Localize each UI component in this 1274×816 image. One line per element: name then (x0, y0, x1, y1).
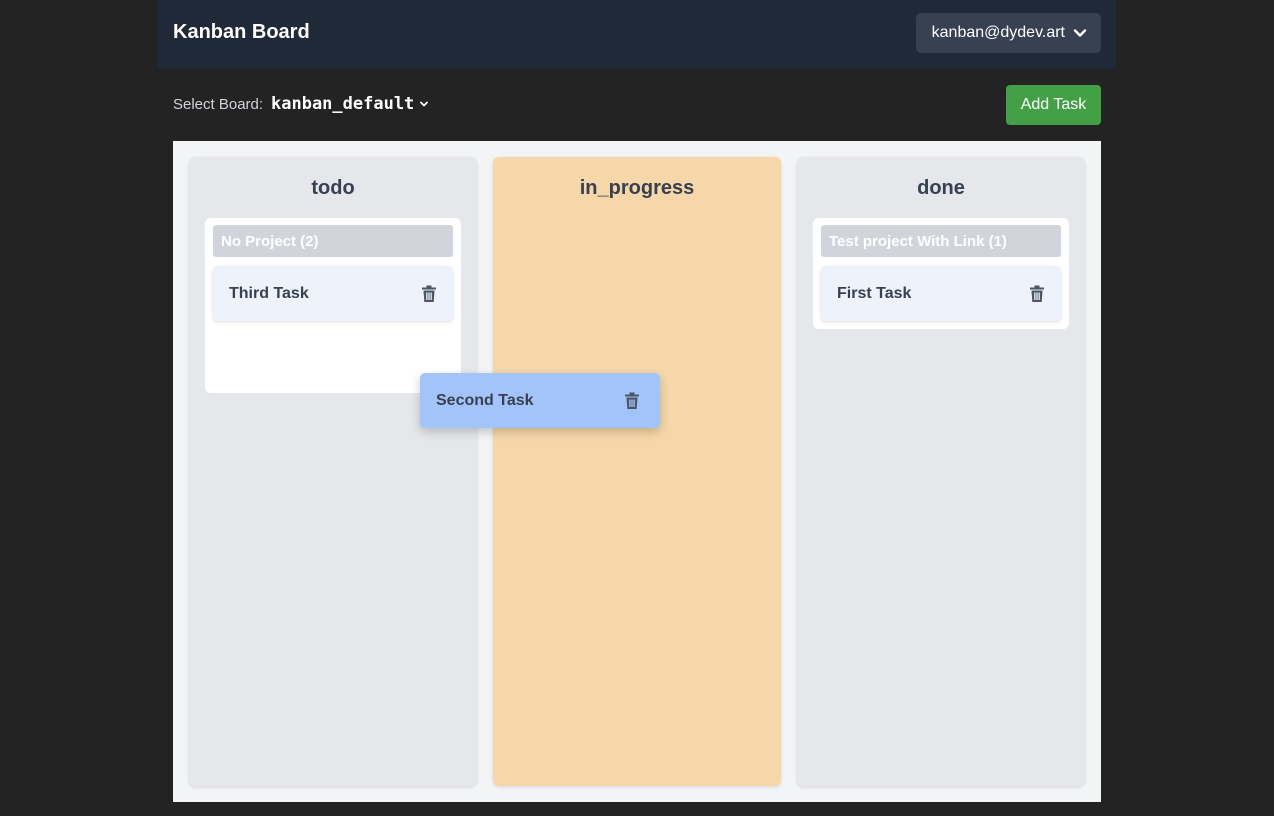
trash-icon[interactable] (1029, 285, 1045, 303)
trash-icon[interactable] (421, 285, 437, 303)
task-title: First Task (837, 284, 912, 302)
column-todo[interactable]: todo No Project (2) Third Task (189, 157, 477, 786)
column-title: todo (311, 177, 355, 199)
dragging-task-card[interactable]: Second Task (420, 373, 660, 428)
app-title: Kanban Board (173, 21, 310, 43)
column-in-progress[interactable]: in_progress (493, 157, 781, 786)
user-email: kanban@dydev.art (931, 24, 1065, 41)
project-group: Test project With Link (1) First Task (813, 218, 1069, 329)
task-title: Third Task (229, 284, 309, 302)
task-title: Second Task (436, 391, 534, 409)
board-select-value: kanban_default (271, 94, 415, 114)
chevron-down-icon (1073, 29, 1087, 37)
trash-icon[interactable] (624, 392, 640, 410)
board-select-dropdown[interactable]: kanban_default (271, 94, 429, 114)
column-title: in_progress (579, 177, 695, 199)
column-title: done (917, 177, 965, 199)
select-board-label: Select Board: (173, 96, 264, 113)
task-card[interactable]: Third Task (213, 266, 453, 321)
project-group-header[interactable]: No Project (2) (213, 225, 453, 257)
project-group: No Project (2) Third Task (205, 218, 461, 393)
task-card[interactable]: First Task (821, 266, 1061, 321)
user-menu-button[interactable]: kanban@dydev.art (915, 13, 1101, 53)
chevron-down-icon (420, 101, 429, 107)
column-done[interactable]: done Test project With Link (1) First Ta… (797, 157, 1085, 786)
app: Kanban Board kanban@dydev.art Select Boa… (0, 0, 1274, 816)
add-task-button[interactable]: Add Task (1006, 85, 1101, 125)
project-group-header[interactable]: Test project With Link (1) (821, 225, 1061, 257)
kanban-board: todo No Project (2) Third Task in_progre… (173, 141, 1101, 802)
top-header: Kanban Board kanban@dydev.art (157, 0, 1116, 69)
